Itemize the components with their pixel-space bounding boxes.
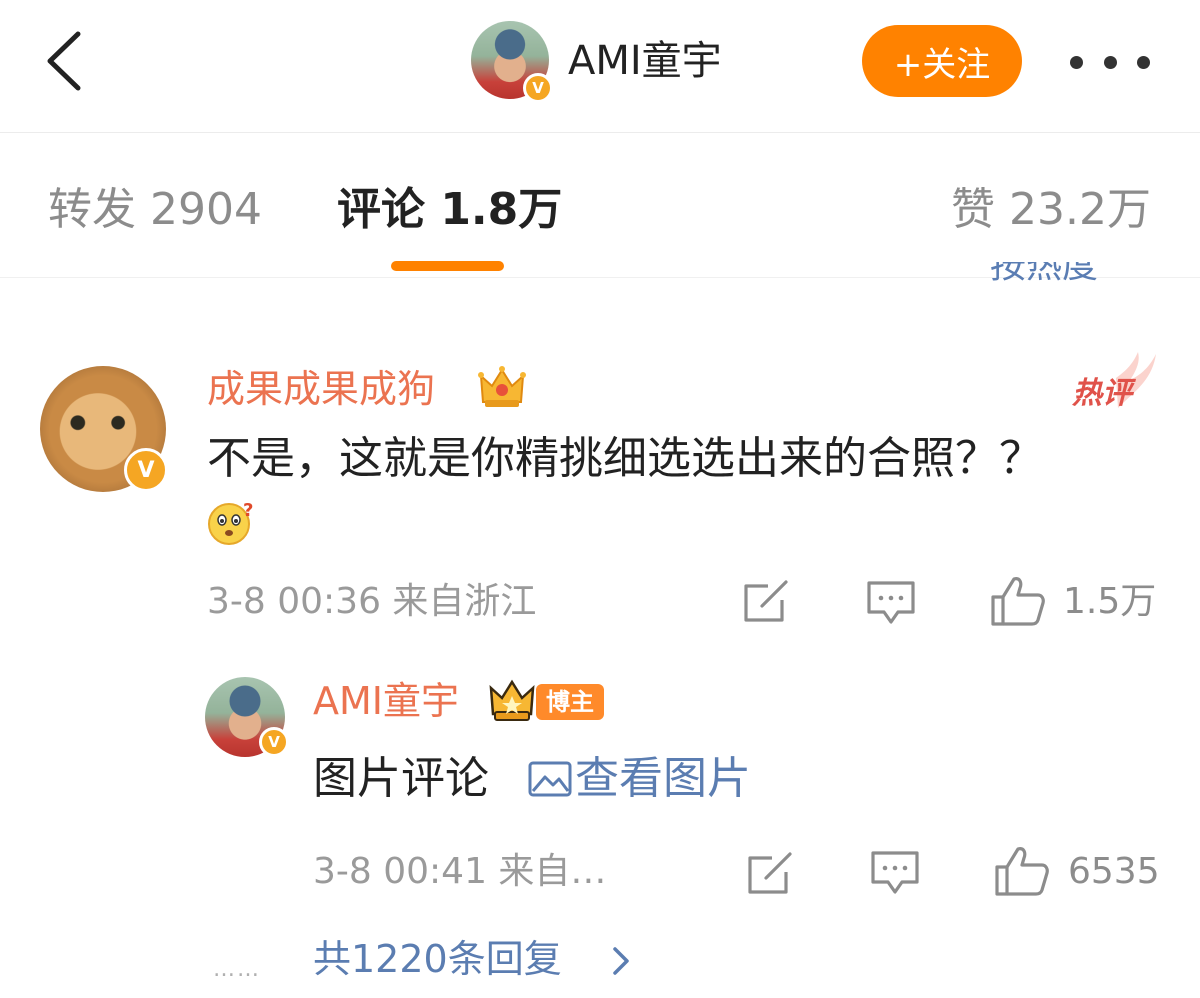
sort-toggle[interactable]: 按热度 [990, 262, 1160, 294]
reply-text: 图片评论 [313, 753, 489, 804]
hot-comment-badge: 热评 [1068, 350, 1158, 411]
picture-icon [528, 761, 572, 797]
repost-icon[interactable] [746, 852, 794, 896]
dot [1103, 55, 1117, 69]
verified-badge-icon: V [523, 73, 553, 103]
reply-author-name[interactable]: AMI童宇 [313, 676, 459, 726]
author-name[interactable]: AMI童宇 [568, 36, 722, 86]
reply-divider-dots: …… [213, 957, 261, 982]
reply-author-avatar[interactable]: V [205, 677, 289, 759]
reply-like-count: 6535 [1068, 851, 1160, 892]
verified-badge-icon: V [124, 448, 168, 492]
sort-toggle-label: 按热度 [990, 262, 1099, 286]
follow-button[interactable]: +关注 [862, 25, 1022, 97]
tab-bar: 转发 2904 评论 1.8万 赞 23.2万 [0, 134, 1200, 278]
author-avatar[interactable]: V [471, 21, 553, 103]
active-tab-indicator [391, 261, 504, 271]
verified-badge-icon: V [259, 727, 289, 757]
repost-icon[interactable] [742, 580, 790, 624]
chevron-right-icon[interactable] [610, 944, 632, 978]
like-icon[interactable] [994, 845, 1050, 897]
more-options-icon[interactable] [1070, 42, 1150, 82]
view-picture-label: 查看图片 [575, 753, 751, 804]
view-all-replies-link[interactable]: 共1220条回复 [313, 934, 562, 984]
tab-repost[interactable]: 转发 2904 [48, 182, 262, 238]
view-picture-link[interactable]: 查看图片 [527, 751, 751, 807]
doubt-face-emoji-icon: ? [208, 500, 253, 545]
tab-like[interactable]: 赞 23.2万 [951, 182, 1151, 238]
dot [1137, 55, 1150, 69]
commenter-username[interactable]: 成果成果成狗 [207, 364, 435, 414]
comment-text: 不是，这就是你精挑细选选出来的合照？？ [207, 433, 1043, 484]
svg-text:?: ? [243, 500, 253, 521]
hot-comment-label: 热评 [1072, 376, 1132, 411]
dot [1070, 55, 1083, 69]
crown-icon [478, 366, 526, 407]
reply-time-location: 3-8 00:41 来自… [313, 851, 607, 892]
comment-icon[interactable] [866, 580, 916, 626]
comment-icon[interactable] [870, 850, 920, 896]
back-arrow-icon[interactable] [40, 28, 90, 94]
blogger-badge: 博主 [536, 684, 604, 720]
like-icon[interactable] [990, 575, 1046, 627]
tab-comment[interactable]: 评论 1.8万 [337, 182, 562, 238]
comment-like-count: 1.5万 [1063, 581, 1157, 622]
crown-icon [489, 679, 535, 721]
top-nav-bar: V AMI童宇 +关注 [0, 0, 1200, 133]
commenter-avatar[interactable]: V [40, 366, 168, 494]
comment-time-location: 3-8 00:36 来自浙江 [207, 581, 537, 622]
